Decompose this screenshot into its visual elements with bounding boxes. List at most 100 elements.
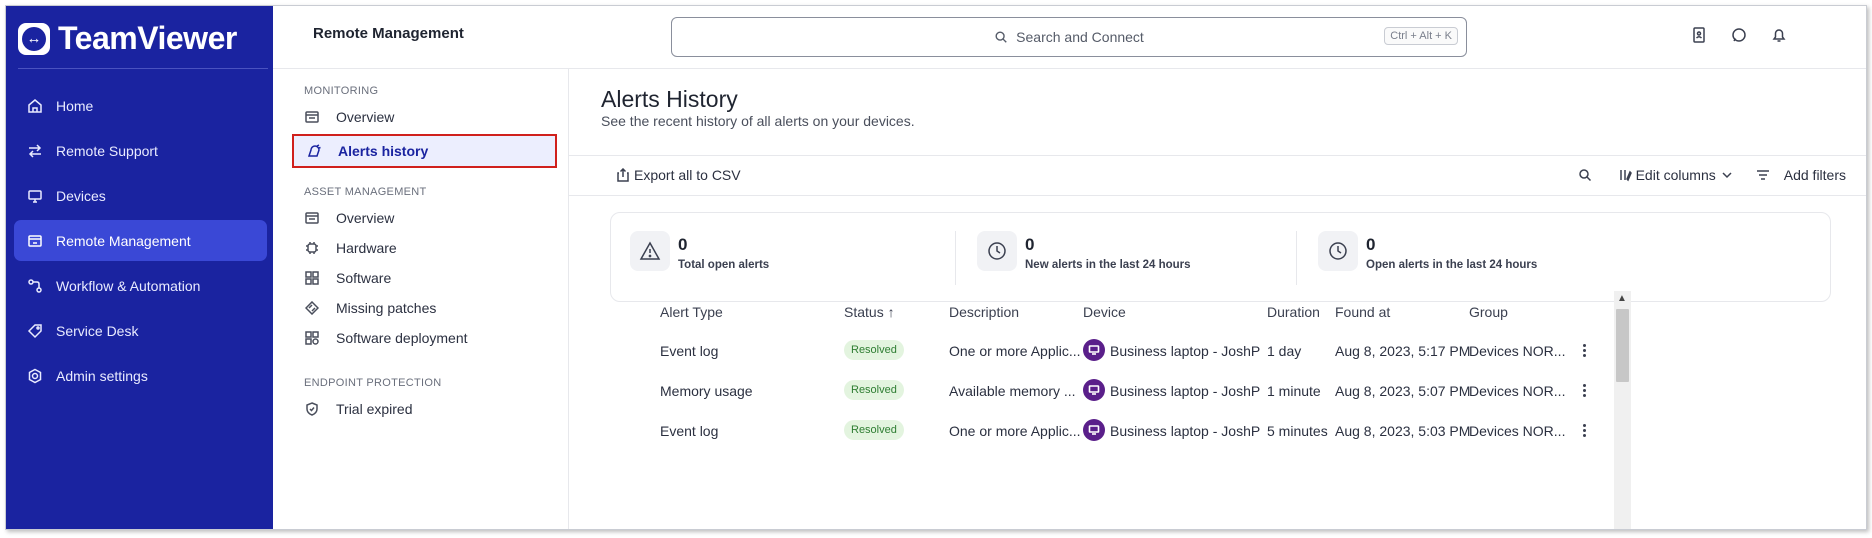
section-header-monitoring: MONITORING: [304, 85, 379, 97]
cell-description: One or more Applic...: [949, 423, 1081, 439]
stat-label: Open alerts in the last 24 hours: [1366, 259, 1538, 271]
cell-description: Available memory ...: [949, 383, 1076, 399]
column-header-alert-type[interactable]: Alert Type: [660, 304, 723, 320]
contacts-icon[interactable]: [1690, 26, 1708, 49]
nav-item-service-desk[interactable]: Service Desk: [14, 310, 267, 351]
cell-alert-type: Event log: [660, 423, 719, 439]
brand-name: TeamViewer: [58, 20, 237, 56]
column-header-duration[interactable]: Duration: [1267, 304, 1320, 320]
teamviewer-logo-icon: ↔: [18, 22, 50, 55]
search-icon: [1578, 169, 1591, 182]
subnav-label: Trial expired: [336, 400, 413, 417]
clock-icon: [1318, 231, 1358, 271]
page-title: Alerts History: [601, 86, 738, 112]
alert-summary-card: 0 Total open alerts 0 New alerts in the …: [610, 212, 1831, 302]
nav-label: Remote Support: [56, 142, 158, 159]
subnav-label: Hardware: [336, 239, 397, 256]
edit-columns-icon: [1619, 170, 1632, 182]
cell-device[interactable]: Business laptop - JoshP: [1110, 343, 1260, 359]
edit-columns-button[interactable]: Edit columns: [1618, 167, 1734, 183]
table-row[interactable]: Event log Resolved One or more Applic...…: [569, 332, 1866, 372]
page-section-title: Remote Management: [313, 25, 464, 42]
chip-icon: [304, 240, 320, 256]
divider: [1296, 231, 1297, 285]
export-label: Export all to CSV: [634, 167, 741, 183]
search-placeholder: Search and Connect: [1016, 29, 1144, 45]
nav-label: Service Desk: [56, 322, 139, 339]
divider: [955, 231, 956, 285]
grid-icon: [304, 270, 320, 286]
column-header-status[interactable]: Status ↑: [844, 304, 895, 320]
subnav-item-alerts-history[interactable]: Alerts history: [292, 134, 557, 168]
device-icon: [1083, 419, 1105, 441]
workflow-icon: [26, 277, 44, 295]
stat-new-alerts-24h: 0 New alerts in the last 24 hours: [977, 231, 1191, 271]
nav-item-remote-management[interactable]: Remote Management: [14, 220, 267, 261]
cell-found-at: Aug 8, 2023, 5:17 PM: [1335, 343, 1471, 359]
cell-alert-type: Memory usage: [660, 383, 753, 399]
subnav-item-trial-expired[interactable]: Trial expired: [292, 393, 557, 424]
nav-label: Devices: [56, 187, 106, 204]
teamviewer-logo[interactable]: ↔ TeamViewer: [18, 20, 237, 57]
alert-history-icon: [306, 143, 322, 159]
nav-item-remote-support[interactable]: Remote Support: [14, 130, 267, 171]
nav-item-home[interactable]: Home: [14, 85, 267, 126]
add-filters-label: Add filters: [1783, 167, 1846, 183]
column-header-device[interactable]: Device: [1083, 304, 1126, 320]
cell-duration: 5 minutes: [1267, 423, 1328, 439]
nav-label: Workflow & Automation: [56, 277, 201, 294]
search-input[interactable]: Search and Connect Ctrl + Alt + K: [671, 17, 1467, 57]
row-menu-icon[interactable]: [1583, 342, 1586, 359]
section-header-endpoint-protection: ENDPOINT PROTECTION: [304, 377, 442, 389]
row-menu-icon[interactable]: [1583, 422, 1586, 439]
table-toolbar: Export all to CSV Edit columns Add filte…: [569, 155, 1866, 196]
clock-icon: [977, 231, 1017, 271]
status-badge: Resolved: [844, 340, 904, 360]
admin-gear-icon: [26, 367, 44, 385]
table-row[interactable]: Event log Resolved One or more Applic...…: [569, 412, 1866, 452]
cell-found-at: Aug 8, 2023, 5:03 PM: [1335, 423, 1471, 439]
subnav-item-missing-patches[interactable]: Missing patches: [292, 292, 557, 323]
stat-value: 0: [1366, 235, 1376, 254]
subnav-label: Alerts history: [338, 143, 429, 159]
cell-device[interactable]: Business laptop - JoshP: [1110, 383, 1260, 399]
export-csv-button[interactable]: Export all to CSV: [616, 167, 741, 183]
subnav-label: Overview: [336, 108, 395, 125]
column-header-found-at[interactable]: Found at: [1335, 304, 1390, 320]
search-icon: [995, 31, 1007, 43]
nav-item-workflow-automation[interactable]: Workflow & Automation: [14, 265, 267, 306]
subnav-item-software-deployment[interactable]: Software deployment: [292, 322, 557, 353]
deploy-icon: [304, 330, 320, 346]
cell-group: Devices NOR...: [1469, 343, 1566, 359]
bell-icon[interactable]: [1770, 26, 1788, 49]
nav-label: Admin settings: [56, 367, 148, 384]
main-content: Alerts History See the recent history of…: [569, 69, 1866, 529]
nav-item-admin-settings[interactable]: Admin settings: [14, 355, 267, 396]
table-scrollbar[interactable]: ▲: [1614, 291, 1631, 529]
row-menu-icon[interactable]: [1583, 382, 1586, 399]
shield-icon: [304, 401, 320, 417]
warning-icon: [630, 231, 670, 271]
column-header-description[interactable]: Description: [949, 304, 1019, 320]
stat-total-open-alerts: 0 Total open alerts: [630, 231, 769, 271]
chevron-up-icon[interactable]: ▲: [1617, 293, 1627, 304]
table-search-button[interactable]: [1578, 168, 1596, 182]
scrollbar-thumb[interactable]: [1616, 309, 1629, 382]
secondary-sidebar: MONITORING Overview Alerts history ASSET…: [273, 69, 569, 529]
add-filters-button[interactable]: Add filters: [1756, 167, 1846, 183]
subnav-item-hardware[interactable]: Hardware: [292, 232, 557, 263]
subnav-item-software[interactable]: Software: [292, 262, 557, 293]
subnav-item-monitoring-overview[interactable]: Overview: [292, 101, 557, 132]
dashboard-icon: [304, 109, 320, 125]
chat-icon[interactable]: [1730, 26, 1748, 49]
subnav-item-asset-overview[interactable]: Overview: [292, 202, 557, 233]
cell-device[interactable]: Business laptop - JoshP: [1110, 423, 1260, 439]
cell-duration: 1 day: [1267, 343, 1302, 359]
stat-label: New alerts in the last 24 hours: [1025, 259, 1191, 271]
table-row[interactable]: Memory usage Resolved Available memory .…: [569, 372, 1866, 412]
top-actions: [1690, 26, 1788, 49]
cell-group: Devices NOR...: [1469, 383, 1566, 399]
nav-item-devices[interactable]: Devices: [14, 175, 267, 216]
remote-management-icon: [26, 232, 44, 250]
column-header-group[interactable]: Group: [1469, 304, 1508, 320]
